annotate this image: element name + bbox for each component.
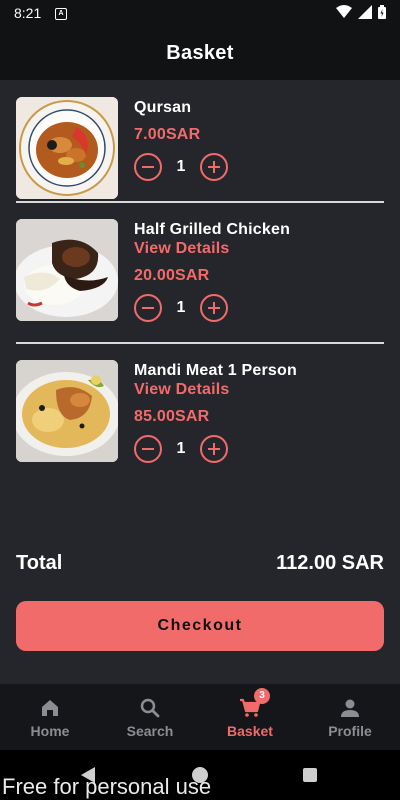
quantity-stepper: 1 — [134, 153, 228, 181]
nav-label-home: Home — [30, 723, 70, 739]
decrease-quantity-button[interactable] — [134, 435, 162, 463]
basket-count-badge: 3 — [254, 688, 270, 704]
decrease-quantity-button[interactable] — [134, 153, 162, 181]
item-price: 20.00SAR — [134, 267, 210, 284]
quantity-value: 1 — [176, 440, 186, 457]
person-icon — [341, 699, 359, 717]
decrease-quantity-button[interactable] — [134, 294, 162, 322]
basket-item: Qursan 7.00SAR 1 — [16, 97, 384, 201]
basket-item: Mandi Meat 1 Person View Details 85.00SA… — [16, 360, 384, 464]
nav-item-search[interactable]: Search — [100, 684, 200, 750]
qursan-stew-image — [16, 97, 118, 199]
nav-label-basket: Basket — [227, 723, 273, 739]
item-name[interactable]: Mandi Meat 1 Person — [134, 362, 297, 380]
quantity-value: 1 — [176, 158, 186, 175]
app-header: Basket — [0, 26, 400, 80]
item-name[interactable]: Qursan — [134, 99, 191, 117]
status-time: 8:21 — [14, 5, 42, 21]
item-price: 85.00SAR — [134, 408, 210, 425]
page-title: Basket — [166, 41, 234, 64]
nav-item-profile[interactable]: Profile — [300, 684, 400, 750]
quantity-stepper: 1 — [134, 294, 228, 322]
watermark-text: Free for personal use — [2, 774, 212, 799]
wifi-icon — [336, 5, 352, 18]
signal-icon — [358, 5, 372, 19]
status-bar: 8:21 A — [0, 0, 400, 26]
battery-icon — [378, 5, 386, 19]
increase-quantity-button[interactable] — [200, 153, 228, 181]
item-price: 7.00SAR — [134, 126, 201, 143]
total-value: 112.00 SAR — [276, 552, 384, 574]
view-details-link[interactable]: View Details — [134, 381, 230, 399]
nav-item-home[interactable]: Home — [0, 684, 100, 750]
increase-quantity-button[interactable] — [200, 294, 228, 322]
home-icon — [42, 700, 58, 716]
status-icons — [336, 5, 386, 19]
checkout-button[interactable]: Checkout — [16, 601, 384, 651]
view-details-link[interactable]: View Details — [134, 240, 230, 258]
nav-label-search: Search — [126, 723, 174, 739]
quantity-value: 1 — [176, 299, 186, 316]
item-name[interactable]: Half Grilled Chicken — [134, 221, 290, 239]
bottom-navigation: Home Search 3 Basket Profile — [0, 684, 400, 750]
divider — [16, 342, 384, 344]
total-label: Total — [16, 552, 63, 574]
grilled-chicken-image — [16, 219, 118, 321]
basket-item: Half Grilled Chicken View Details 20.00S… — [16, 219, 384, 323]
increase-quantity-button[interactable] — [200, 435, 228, 463]
quantity-stepper: 1 — [134, 435, 228, 463]
recents-icon[interactable] — [303, 768, 317, 782]
divider — [16, 201, 384, 203]
nav-item-basket[interactable]: 3 Basket — [200, 684, 300, 750]
search-icon — [140, 698, 160, 718]
nav-label-profile: Profile — [328, 723, 372, 739]
notification-a-icon: A — [55, 8, 67, 20]
mandi-meat-image — [16, 360, 118, 462]
